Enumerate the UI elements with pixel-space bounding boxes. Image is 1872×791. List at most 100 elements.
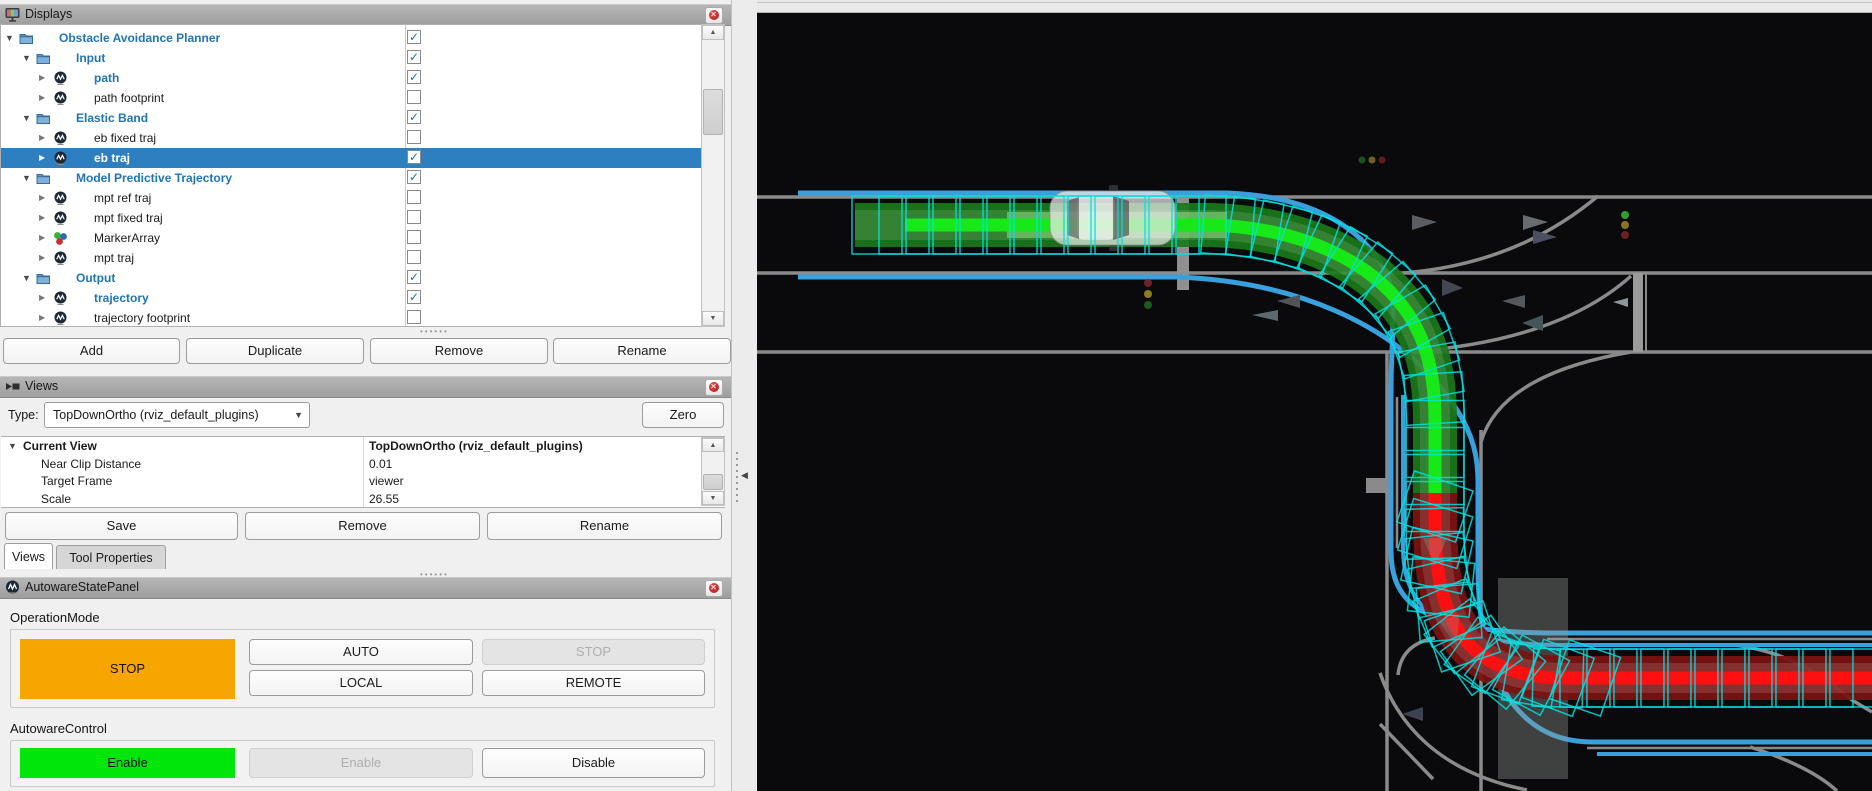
scroll-down-icon[interactable]: ▼ — [702, 491, 724, 505]
opmode-auto-button[interactable]: AUTO — [249, 639, 473, 665]
property-row-target-frame[interactable]: Target Frame viewer — [1, 473, 725, 490]
tree-row-eb-traj[interactable]: ▶ eb traj ✓ — [1, 148, 701, 168]
expand-icon[interactable]: ▶ — [39, 148, 45, 168]
autoware-icon — [53, 311, 68, 326]
render-viewport[interactable] — [757, 0, 1872, 791]
enabled-checkbox[interactable] — [407, 250, 421, 264]
displays-remove-button[interactable]: Remove — [370, 338, 548, 364]
expand-icon[interactable]: ▶ — [39, 88, 45, 108]
control-enable-button: Enable — [249, 748, 473, 778]
properties-scrollbar[interactable]: ▲ ▼ — [701, 437, 725, 506]
tree-row-MarkerArray[interactable]: ▶ MarkerArray — [1, 228, 701, 248]
views-panel-titlebar[interactable]: Views ✕ — [0, 376, 731, 398]
scroll-down-icon[interactable]: ▼ — [702, 311, 724, 326]
collapse-icon[interactable]: ▼ — [22, 48, 31, 68]
displays-duplicate-button[interactable]: Duplicate — [186, 338, 364, 364]
tree-row-trajectory[interactable]: ▶ trajectory ✓ — [1, 288, 701, 308]
current-view-properties[interactable]: ▼ Current View TopDownOrtho (rviz_default_… — [1, 436, 725, 508]
collapse-panel-icon[interactable]: ◀ — [741, 470, 748, 481]
views-remove-button[interactable]: Remove — [245, 512, 480, 540]
zero-button[interactable]: Zero — [642, 402, 724, 428]
enabled-checkbox[interactable]: ✓ — [407, 170, 421, 184]
property-row-current-view[interactable]: ▼ Current View TopDownOrtho (rviz_default_… — [1, 438, 725, 455]
tree-row-Output[interactable]: ▼ Output ✓ — [1, 268, 701, 288]
enabled-checkbox[interactable]: ✓ — [407, 70, 421, 84]
expand-icon[interactable]: ▶ — [39, 68, 45, 88]
collapse-icon[interactable]: ▼ — [22, 268, 31, 288]
collapse-icon[interactable]: ▼ — [8, 438, 17, 455]
displays-panel-titlebar[interactable]: Displays ✕ — [0, 4, 731, 26]
opmode-remote-button[interactable]: REMOTE — [482, 670, 705, 696]
panel-resize-handle[interactable]: •••••• — [420, 327, 449, 336]
expand-icon[interactable]: ▶ — [39, 308, 45, 326]
autoware-icon — [53, 131, 68, 146]
tab-views[interactable]: Views — [4, 543, 53, 569]
opmode-stop-button: STOP — [482, 639, 705, 665]
property-value[interactable]: viewer — [369, 473, 404, 490]
autoware-icon — [53, 91, 68, 106]
expand-icon[interactable]: ▶ — [39, 128, 45, 148]
enabled-checkbox[interactable] — [407, 230, 421, 244]
expand-icon[interactable]: ▶ — [39, 288, 45, 308]
tab-tool-properties[interactable]: Tool Properties — [56, 545, 166, 569]
view-type-dropdown[interactable]: TopDownOrtho (rviz_default_plugins) ▼ — [44, 402, 310, 428]
property-value[interactable]: 26.55 — [369, 491, 399, 508]
trajectory — [855, 203, 1872, 700]
enabled-checkbox[interactable]: ✓ — [407, 30, 421, 44]
tree-row-Model-Predictive-Trajectory[interactable]: ▼ Model Predictive Trajectory ✓ — [1, 168, 701, 188]
property-value[interactable]: TopDownOrtho (rviz_default_plugins) — [369, 438, 583, 455]
expand-icon[interactable]: ▶ — [39, 208, 45, 228]
folder-icon — [36, 51, 51, 66]
tree-row-Obstacle-Avoidance-Planner[interactable]: ▼ Obstacle Avoidance Planner ✓ — [1, 28, 701, 48]
enabled-checkbox[interactable]: ✓ — [407, 110, 421, 124]
tree-row-Input[interactable]: ▼ Input ✓ — [1, 48, 701, 68]
collapse-icon[interactable]: ▼ — [22, 168, 31, 188]
views-rename-button[interactable]: Rename — [487, 512, 722, 540]
panel-splitter[interactable]: ◀ — [731, 0, 758, 791]
collapse-icon[interactable]: ▼ — [5, 28, 14, 48]
tree-row-mpt-fixed-traj[interactable]: ▶ mpt fixed traj — [1, 208, 701, 228]
displays-tree-scrollbar[interactable]: ▲ ▼ — [701, 24, 725, 327]
tree-item-label: Obstacle Avoidance Planner — [59, 31, 221, 45]
enabled-checkbox[interactable]: ✓ — [407, 50, 421, 64]
opmode-local-button[interactable]: LOCAL — [249, 670, 473, 696]
scrollbar-thumb[interactable] — [703, 89, 723, 135]
property-row-scale[interactable]: Scale 26.55 — [1, 491, 725, 508]
property-value[interactable]: 0.01 — [369, 456, 392, 473]
views-panel-title: Views — [25, 379, 59, 393]
enabled-checkbox[interactable] — [407, 210, 421, 224]
expand-icon[interactable]: ▶ — [39, 248, 45, 268]
tree-row-path[interactable]: ▶ path ✓ — [1, 68, 701, 88]
tree-row-mpt-traj[interactable]: ▶ mpt traj — [1, 248, 701, 268]
enabled-checkbox[interactable] — [407, 90, 421, 104]
state-panel-titlebar[interactable]: AutowareStatePanel ✕ — [0, 577, 731, 599]
collapse-icon[interactable]: ▼ — [22, 108, 31, 128]
expand-icon[interactable]: ▶ — [39, 188, 45, 208]
displays-rename-button[interactable]: Rename — [553, 338, 731, 364]
displays-add-button[interactable]: Add — [3, 338, 180, 364]
views-save-button[interactable]: Save — [5, 512, 238, 540]
enabled-checkbox[interactable]: ✓ — [407, 290, 421, 304]
state-close-button[interactable]: ✕ — [705, 580, 723, 597]
displays-tree[interactable]: ▼ Obstacle Avoidance Planner ✓ ▼ Input ✓ ▶ path… — [0, 24, 725, 327]
scroll-up-icon[interactable]: ▲ — [702, 25, 724, 40]
tree-row-path-footprint[interactable]: ▶ path footprint — [1, 88, 701, 108]
tree-row-eb-fixed-traj[interactable]: ▶ eb fixed traj — [1, 128, 701, 148]
tree-row-Elastic-Band[interactable]: ▼ Elastic Band ✓ — [1, 108, 701, 128]
enabled-checkbox[interactable] — [407, 310, 421, 324]
property-row-near-clip-distance[interactable]: Near Clip Distance 0.01 — [1, 456, 725, 473]
enabled-checkbox[interactable]: ✓ — [407, 270, 421, 284]
scrollbar-thumb[interactable] — [703, 474, 723, 490]
scroll-up-icon[interactable]: ▲ — [702, 438, 724, 452]
enabled-checkbox[interactable] — [407, 190, 421, 204]
expand-icon[interactable]: ▶ — [39, 228, 45, 248]
folder-icon — [36, 271, 51, 286]
autoware-icon — [53, 71, 68, 86]
enabled-checkbox[interactable] — [407, 130, 421, 144]
tree-row-trajectory-footprint[interactable]: ▶ trajectory footprint — [1, 308, 701, 326]
views-close-button[interactable]: ✕ — [705, 379, 723, 396]
enabled-checkbox[interactable]: ✓ — [407, 150, 421, 164]
control-disable-button[interactable]: Disable — [482, 748, 705, 778]
tree-row-mpt-ref-traj[interactable]: ▶ mpt ref traj — [1, 188, 701, 208]
displays-close-button[interactable]: ✕ — [705, 7, 723, 24]
